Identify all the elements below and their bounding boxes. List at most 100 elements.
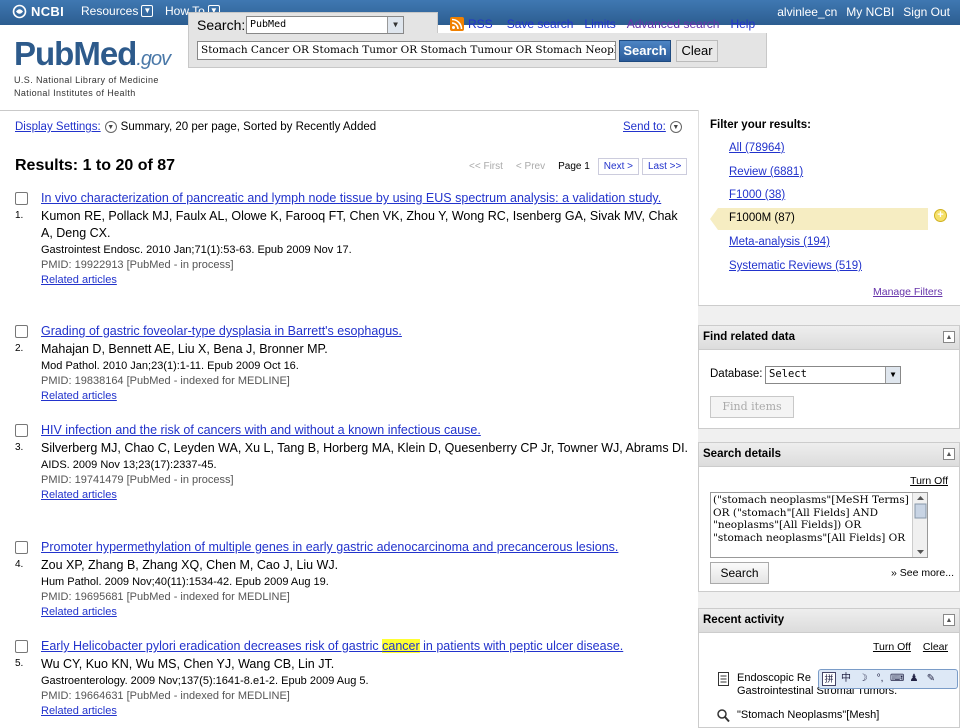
find-items-button[interactable]: Find items [710,396,794,418]
result-number: 3. [15,442,24,453]
result-journal: Hum Pathol. 2009 Nov;40(11):1534-42. Epu… [41,576,329,588]
details-search-button[interactable]: Search [710,562,769,584]
portlet-header[interactable]: Recent activity ▲ [699,609,959,633]
search-toolbar-links: RSS Save search Limits Advanced search H… [450,17,755,31]
search-details-textarea[interactable]: ("stomach neoplasms"[MeSH Terms] OR ("st… [710,492,928,558]
result-journal: Gastroenterology. 2009 Nov;137(5):1641-8… [41,675,369,687]
display-settings-link[interactable]: Display Settings: [15,121,101,133]
chevron-down-icon: ▼ [885,367,900,383]
related-articles-link[interactable]: Related articles [41,389,691,404]
punctuation-icon[interactable]: °, [873,672,887,686]
active-filter-pointer [710,208,718,230]
related-articles-link[interactable]: Related articles [41,605,691,620]
recent-search-query: "Stomach Neoplasms"[Mesh] [737,709,880,721]
ime-mode-toggle[interactable]: 中 [839,672,853,686]
add-filter-icon[interactable]: + [934,209,947,222]
rss-link[interactable]: RSS [450,17,493,31]
result-number: 4. [15,559,24,570]
my-ncbi-link[interactable]: My NCBI [846,5,894,19]
related-database-value: Select [769,368,807,380]
filter-f1000[interactable]: F1000 (38) [729,189,785,201]
result-checkbox[interactable] [15,192,28,205]
keyboard-icon[interactable]: ⌨ [890,672,904,686]
ime-logo-icon[interactable]: 拼 [822,672,836,686]
last-page-button[interactable]: Last >> [641,158,688,175]
resources-menu-label: Resources [81,4,139,18]
filter-review[interactable]: Review (6881) [729,166,803,178]
advanced-search-link[interactable]: Advanced search [627,17,720,31]
filter-systematic-reviews[interactable]: Systematic Reviews (519) [729,260,862,272]
result-pmid: PMID: 19695681 [PubMed - indexed for MED… [41,591,290,603]
database-select[interactable]: PubMed ▼ [246,16,404,34]
username-link[interactable]: alvinlee_cn [777,5,837,19]
related-articles-link[interactable]: Related articles [41,488,691,503]
result-title-link[interactable]: Promoter hypermethylation of multiple ge… [41,539,691,556]
related-database-select[interactable]: Select ▼ [765,366,901,384]
help-link[interactable]: Help [730,17,755,31]
org-line-2: National Institutes of Health [14,88,136,98]
search-button[interactable]: Search [619,40,671,62]
first-page-link: << First [469,161,503,172]
chevron-down-icon[interactable]: ▼ [104,121,117,133]
result-title-link[interactable]: In vivo characterization of pancreatic a… [41,190,691,207]
recent-turn-off-link[interactable]: Turn Off [873,641,911,653]
pubmed-logo[interactable]: PubMed.gov U.S. National Library of Medi… [14,35,171,100]
result-checkbox[interactable] [15,325,28,338]
result-authors: Wu CY, Kuo KN, Wu MS, Chen YJ, Wang CB, … [41,657,335,671]
filter-all[interactable]: All (78964) [729,142,785,154]
result-pmid: PMID: 19838164 [PubMed - indexed for MED… [41,375,290,387]
next-page-button[interactable]: Next > [597,158,639,175]
recent-item-title: Endoscopic Re [737,672,811,684]
collapse-icon[interactable]: ▲ [943,448,955,460]
send-to-link[interactable]: Send to: [623,121,666,133]
save-search-link[interactable]: Save search [507,17,574,31]
search-details-portlet: Search details ▲ Turn Off ("stomach neop… [698,442,960,592]
result-title-link[interactable]: Grading of gastric foveolar-type dysplas… [41,323,691,340]
filter-meta-analysis[interactable]: Meta-analysis (194) [729,236,830,248]
resources-menu[interactable]: Resources ▼ [81,4,154,18]
turn-off-link[interactable]: Turn Off [910,475,948,487]
search-input[interactable]: Stomach Cancer OR Stomach Tumor OR Stoma… [197,41,616,60]
moon-icon[interactable]: ☽ [856,672,870,686]
portlet-header[interactable]: Find related data ▲ [699,326,959,350]
recent-item[interactable]: "Stomach Neoplasms"[Mesh] [717,709,879,723]
tools-icon[interactable]: ✎ [924,672,938,686]
search-term-highlight: cancer [382,639,420,653]
result-checkbox[interactable] [15,424,28,437]
rss-icon [450,17,464,31]
result-title-link[interactable]: HIV infection and the risk of cancers wi… [41,422,691,439]
ncbi-logo-icon [12,4,27,19]
send-to[interactable]: Send to: ▼ [623,121,682,133]
user-icon[interactable]: ♟ [907,672,921,686]
collapse-icon[interactable]: ▲ [943,614,955,626]
ncbi-logo[interactable]: NCBI [12,4,64,19]
result-checkbox[interactable] [15,640,28,653]
result-authors: Zou XP, Zhang B, Zhang XQ, Chen M, Cao J… [41,558,339,572]
see-more-link[interactable]: » See more... [891,567,954,579]
result-checkbox[interactable] [15,541,28,554]
related-articles-link[interactable]: Related articles [41,273,691,288]
chevron-down-icon[interactable]: ▼ [669,121,682,133]
result-pmid: PMID: 19664631 [PubMed - indexed for MED… [41,690,290,702]
manage-filters-link[interactable]: Manage Filters [873,286,942,298]
title-text: in patients with peptic ulcer disease. [419,639,624,653]
clear-button[interactable]: Clear [676,40,718,62]
chevron-down-icon: ▼ [387,17,403,33]
collapse-icon[interactable]: ▲ [943,331,955,343]
recent-clear-link[interactable]: Clear [923,641,948,653]
pubmed-gov-suffix: .gov [136,48,171,70]
display-settings: Display Settings: ▼ Summary, 20 per page… [15,121,685,133]
chevron-down-icon: ▼ [141,5,154,17]
portlet-header[interactable]: Search details ▲ [699,443,959,467]
filter-f1000m-active[interactable]: F1000M (87) [729,212,795,224]
result-number: 5. [15,658,24,669]
result-pmid: PMID: 19922913 [PubMed - in process] [41,259,234,271]
related-articles-link[interactable]: Related articles [41,704,691,719]
search-icon [717,709,730,723]
ncbi-logo-text: NCBI [31,4,64,19]
sign-out-link[interactable]: Sign Out [903,5,950,19]
result-title-link[interactable]: Early Helicobacter pylori eradication de… [41,638,691,655]
portlet-title: Find related data [703,331,796,343]
limits-link[interactable]: Limits [584,17,615,31]
scrollbar[interactable] [912,493,927,557]
